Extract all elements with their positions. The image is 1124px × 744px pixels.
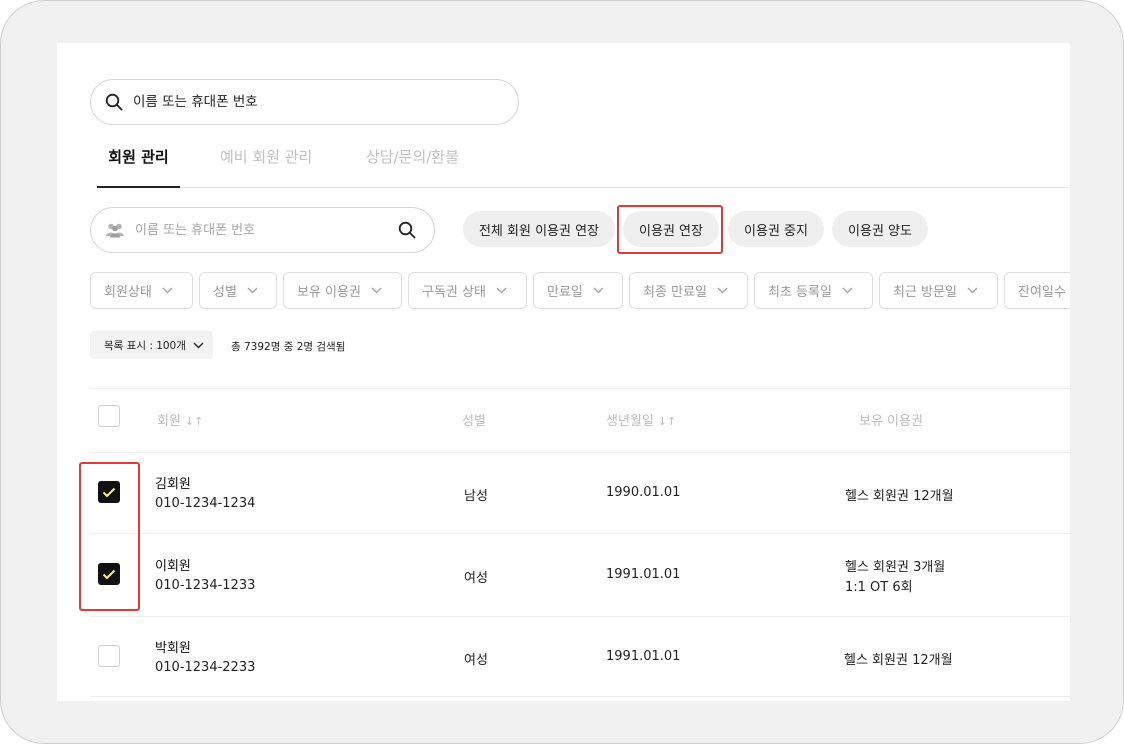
- filter-label: 성별: [213, 285, 237, 300]
- check-icon: [102, 569, 116, 579]
- row-checkbox[interactable]: [98, 645, 120, 667]
- member-pass: 헬스 회원권 12개월: [845, 489, 954, 504]
- pause-pass-button[interactable]: 이용권 중지: [728, 211, 824, 247]
- extend-all-passes-button[interactable]: 전체 회원 이용권 연장: [463, 211, 615, 247]
- row-divider: [90, 696, 1070, 697]
- chevron-down-icon: [193, 342, 204, 348]
- filter-label: 구독권 상태: [422, 285, 486, 300]
- chevron-down-icon: [162, 287, 173, 294]
- global-search-input[interactable]: [133, 94, 493, 110]
- member-gender: 여성: [464, 653, 488, 668]
- tab-prospect-management[interactable]: 예비 회원 관리: [220, 137, 312, 188]
- filter-label: 만료일: [547, 285, 583, 300]
- filter-first-registration-date[interactable]: 최초 등록일: [754, 272, 873, 309]
- row-divider: [90, 533, 1070, 534]
- check-icon: [102, 487, 116, 497]
- member-search-input[interactable]: [135, 222, 385, 238]
- result-count: 총 7392명 중 2명 검색됨: [231, 341, 346, 353]
- member-name[interactable]: 김회원: [155, 473, 191, 492]
- member-phone: 010-1234-2233: [155, 660, 256, 675]
- member-phone: 010-1234-1233: [155, 578, 256, 593]
- member-birth: 1990.01.01: [606, 485, 681, 500]
- tab-consult-inquiry-refund[interactable]: 상담/문의/환불: [366, 137, 459, 188]
- global-search-bar[interactable]: [90, 79, 519, 125]
- table-divider: [90, 388, 1070, 389]
- people-icon: [106, 223, 124, 238]
- chevron-down-icon: [967, 287, 978, 294]
- sort-icon[interactable]: ↓↑: [658, 415, 676, 428]
- filter-final-expiry-date[interactable]: 최종 만료일: [629, 272, 748, 309]
- row-divider: [90, 452, 1070, 453]
- search-icon[interactable]: [398, 221, 416, 239]
- list-size-dropdown[interactable]: 목록 표시 : 100개: [90, 331, 213, 359]
- row-checkbox[interactable]: [98, 481, 120, 503]
- device-frame: 회원 관리 예비 회원 관리 상담/문의/환불 전체 회원 이용권 연장 이용권…: [0, 0, 1124, 744]
- filter-last-visit-date[interactable]: 최근 방문일: [879, 272, 998, 309]
- filter-label: 보유 이용권: [297, 285, 361, 300]
- chevron-down-icon: [842, 287, 853, 294]
- member-pass: 1:1 OT 6회: [845, 580, 913, 595]
- column-header-gender: 성별: [462, 414, 486, 429]
- tab-member-management[interactable]: 회원 관리: [97, 137, 180, 188]
- chevron-down-icon: [247, 287, 258, 294]
- row-divider: [90, 616, 1070, 617]
- filter-label: 잔여일수: [1018, 285, 1066, 300]
- member-pass: 헬스 회원권 3개월: [845, 560, 946, 575]
- member-management-panel: 회원 관리 예비 회원 관리 상담/문의/환불 전체 회원 이용권 연장 이용권…: [57, 43, 1070, 701]
- column-header-member[interactable]: 회원 ↓↑: [157, 410, 203, 429]
- member-birth: 1991.01.01: [606, 649, 681, 664]
- chevron-down-icon: [496, 287, 507, 294]
- member-name[interactable]: 박회원: [155, 637, 191, 656]
- member-pass: 헬스 회원권 12개월: [844, 653, 953, 668]
- search-icon: [105, 93, 123, 111]
- filter-subscription-status[interactable]: 구독권 상태: [408, 272, 527, 309]
- select-all-checkbox[interactable]: [98, 405, 120, 427]
- filter-label: 최종 만료일: [643, 285, 707, 300]
- filter-remaining-days[interactable]: 잔여일수: [1004, 272, 1070, 309]
- filter-label: 회원상태: [104, 285, 152, 300]
- column-label: 생년월일: [606, 414, 654, 429]
- transfer-pass-button[interactable]: 이용권 양도: [832, 211, 928, 247]
- extend-pass-button[interactable]: 이용권 연장: [623, 211, 719, 247]
- column-label: 회원: [157, 414, 181, 429]
- member-birth: 1991.01.01: [606, 567, 681, 582]
- member-gender: 여성: [464, 571, 488, 586]
- row-checkbox[interactable]: [98, 563, 120, 585]
- member-name[interactable]: 이회원: [155, 555, 191, 574]
- filter-owned-pass[interactable]: 보유 이용권: [283, 272, 402, 309]
- member-search-bar[interactable]: [90, 207, 435, 253]
- chevron-down-icon: [371, 287, 382, 294]
- tab-bar: 회원 관리 예비 회원 관리 상담/문의/환불: [97, 137, 1070, 188]
- member-gender: 남성: [464, 489, 488, 504]
- sort-icon[interactable]: ↓↑: [185, 415, 203, 428]
- filter-label: 최초 등록일: [768, 285, 832, 300]
- filter-label: 최근 방문일: [893, 285, 957, 300]
- column-header-birth[interactable]: 생년월일 ↓↑: [606, 410, 676, 429]
- list-size-label: 목록 표시 : 100개: [104, 339, 186, 352]
- filter-member-status[interactable]: 회원상태: [90, 272, 193, 309]
- filter-gender[interactable]: 성별: [199, 272, 277, 309]
- member-phone: 010-1234-1234: [155, 496, 256, 511]
- chevron-down-icon: [593, 287, 604, 294]
- filter-expiry-date[interactable]: 만료일: [533, 272, 623, 309]
- column-header-pass: 보유 이용권: [859, 414, 923, 429]
- chevron-down-icon: [717, 287, 728, 294]
